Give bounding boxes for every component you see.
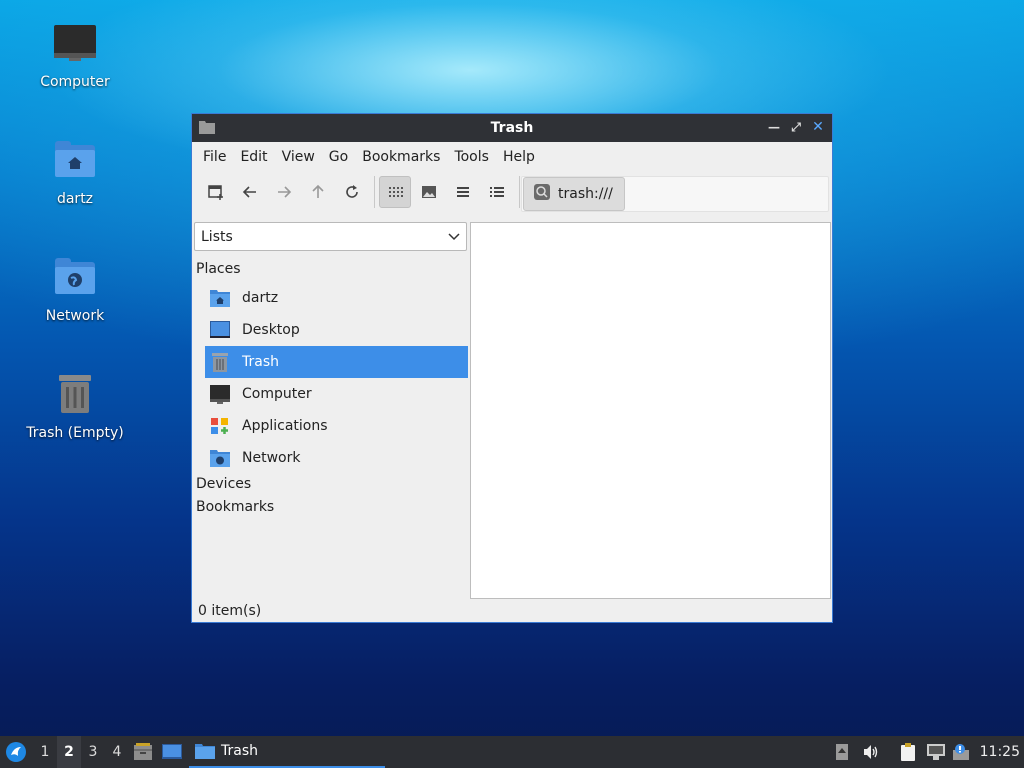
sidebar-item-label: Desktop: [242, 322, 300, 338]
desktop-icon-network[interactable]: Network: [20, 254, 130, 324]
clock[interactable]: 11:25: [980, 736, 1020, 768]
desktop-icon-computer[interactable]: Computer: [20, 20, 130, 90]
menu-tools[interactable]: Tools: [447, 149, 496, 165]
desktop-icon-label: Trash (Empty): [26, 425, 124, 441]
status-bar-text: 0 item(s): [198, 603, 262, 619]
desktop-icon-trash[interactable]: Trash (Empty): [20, 371, 130, 441]
sidebar-item-label: Computer: [242, 386, 312, 402]
side-pane: Lists Places dartz Desktop Trash Compute…: [193, 222, 468, 600]
sidebar-item-computer[interactable]: Computer: [205, 378, 468, 410]
bookmarks-header[interactable]: Bookmarks: [196, 499, 274, 515]
notification-icon[interactable]: [952, 736, 972, 768]
sidebar-item-label: Applications: [242, 418, 328, 434]
path-crumb[interactable]: trash:///: [523, 177, 625, 211]
menu-view[interactable]: View: [275, 149, 322, 165]
trash-location-icon: [534, 184, 550, 204]
location-bar[interactable]: trash:///: [521, 176, 829, 212]
close-icon[interactable]: ✕: [810, 119, 826, 135]
workspace-4[interactable]: 4: [105, 736, 129, 768]
sidebar-item-network[interactable]: Network: [205, 442, 468, 474]
desktop-icon-home[interactable]: dartz: [20, 137, 130, 207]
workspace-3[interactable]: 3: [81, 736, 105, 768]
sidebar-item-label: Trash: [242, 354, 279, 370]
file-view[interactable]: [470, 222, 831, 599]
desktop-icon-label: Network: [45, 308, 105, 324]
volume-icon[interactable]: [862, 736, 882, 768]
file-manager-window: Trash — ⤢ ✕ File Edit View Go Bookmarks …: [191, 113, 833, 623]
maximize-icon[interactable]: ⤢: [788, 119, 804, 135]
menu-bookmarks[interactable]: Bookmarks: [355, 149, 447, 165]
reload-icon[interactable]: [336, 176, 368, 208]
desktop-icon-label: Computer: [40, 74, 110, 90]
toolbar-separator: [519, 176, 520, 208]
back-icon[interactable]: [234, 176, 266, 208]
minimize-icon[interactable]: —: [766, 119, 782, 135]
taskbar-task-trash[interactable]: Trash: [189, 736, 385, 768]
chevron-down-icon: [448, 230, 460, 246]
workspace-1[interactable]: 1: [33, 736, 57, 768]
toolbar-separator: [374, 176, 375, 208]
window-title: Trash: [490, 120, 534, 136]
window-titlebar[interactable]: Trash — ⤢ ✕: [192, 114, 832, 142]
devices-header[interactable]: Devices: [196, 476, 251, 492]
sidebar-item-label: Network: [242, 450, 301, 466]
network-status-icon[interactable]: [926, 736, 948, 768]
menu-file[interactable]: File: [196, 149, 233, 165]
side-pane-mode-select[interactable]: Lists: [194, 222, 467, 251]
menu-go[interactable]: Go: [322, 149, 355, 165]
up-icon[interactable]: [302, 176, 334, 208]
menu-help[interactable]: Help: [496, 149, 542, 165]
folder-icon: [199, 120, 215, 134]
places-header[interactable]: Places: [196, 261, 241, 277]
file-manager-launcher-icon[interactable]: [133, 736, 155, 768]
lubuntu-logo-icon: [6, 742, 26, 762]
sidebar-item-applications[interactable]: Applications: [205, 410, 468, 442]
sidebar-item-home[interactable]: dartz: [205, 282, 468, 314]
monitor-icon: [51, 20, 99, 68]
desktop-icon: [209, 319, 231, 341]
menu-edit[interactable]: Edit: [233, 149, 274, 165]
folder-icon: [195, 744, 215, 759]
sidebar-item-label: dartz: [242, 290, 279, 306]
detailed-list-view-icon[interactable]: [481, 176, 513, 208]
sidebar-item-trash[interactable]: Trash: [205, 346, 468, 378]
home-folder-icon: [209, 287, 231, 309]
tray-arrow-icon[interactable]: [835, 736, 853, 768]
menu-bar: File Edit View Go Bookmarks Tools Help: [192, 142, 832, 172]
home-folder-icon: [51, 137, 99, 185]
applications-icon: [209, 415, 231, 437]
location-text: trash:///: [558, 186, 613, 202]
network-folder-icon: [51, 254, 99, 302]
task-label: Trash: [221, 743, 258, 759]
new-tab-icon[interactable]: [200, 176, 232, 208]
sidebar-item-desktop[interactable]: Desktop: [205, 314, 468, 346]
icon-view-icon[interactable]: [379, 176, 411, 208]
network-folder-icon: [209, 447, 231, 469]
forward-icon[interactable]: [268, 176, 300, 208]
show-desktop-icon[interactable]: [161, 736, 185, 768]
thumbnail-view-icon[interactable]: [413, 176, 445, 208]
trash-icon: [51, 371, 99, 419]
start-menu-button[interactable]: [4, 736, 28, 768]
compact-view-icon[interactable]: [447, 176, 479, 208]
taskbar: 1 2 3 4 Trash 11:25: [0, 736, 1024, 768]
trash-icon: [209, 351, 231, 373]
clipboard-icon[interactable]: [899, 736, 921, 768]
side-pane-mode-value: Lists: [201, 228, 233, 245]
monitor-icon: [209, 383, 231, 405]
desktop-icon-label: dartz: [56, 191, 94, 207]
workspace-2[interactable]: 2: [57, 736, 81, 768]
toolbar: trash:///: [192, 172, 832, 212]
